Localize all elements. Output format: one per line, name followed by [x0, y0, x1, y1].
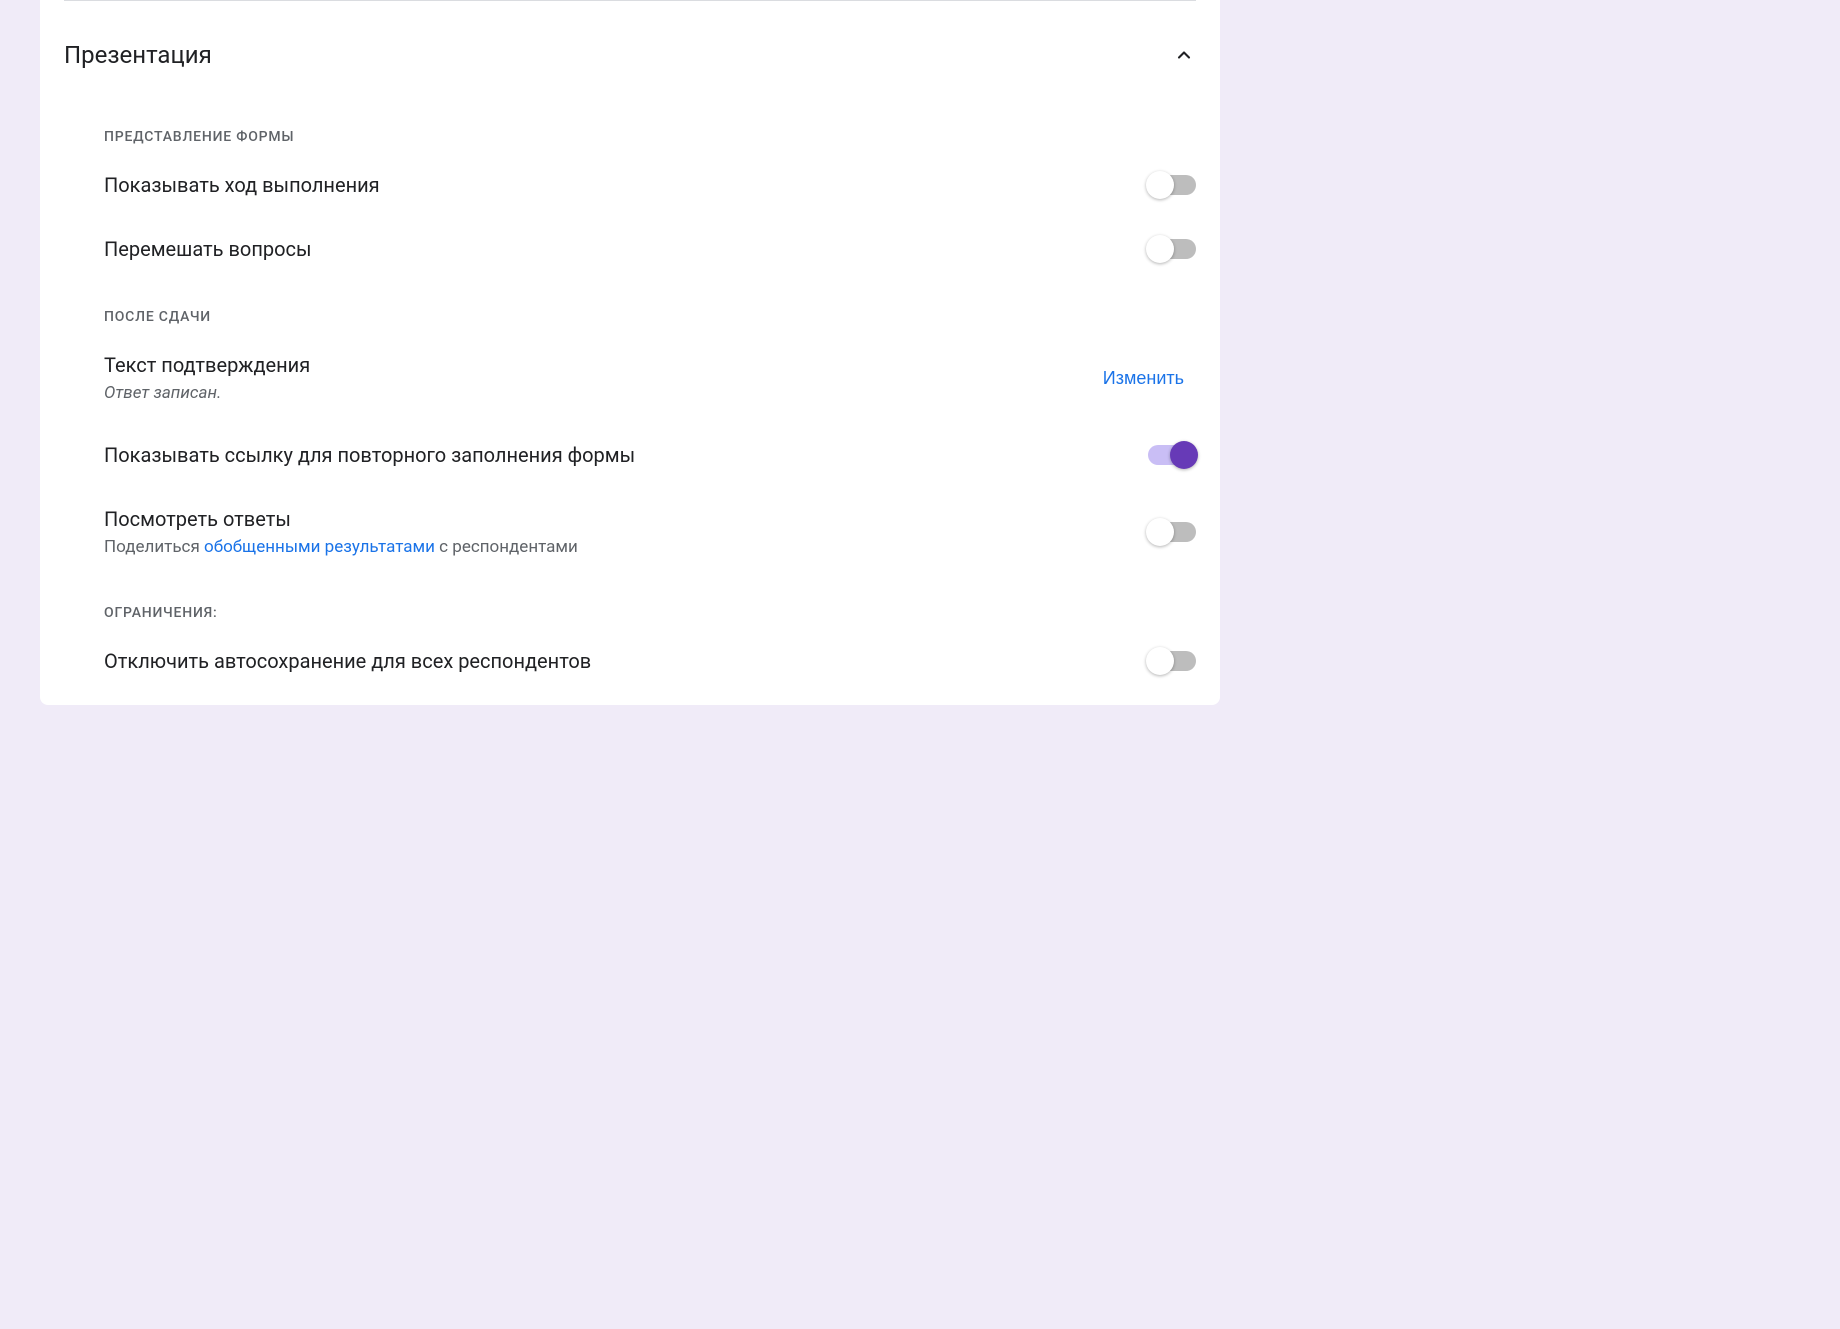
settings-card: Презентация ПРЕДСТАВЛЕНИЕ ФОРМЫ Показыва… — [40, 0, 1220, 705]
toggle-resubmit-link[interactable] — [1148, 445, 1196, 465]
toggle-disable-autosave[interactable] — [1148, 651, 1196, 671]
setting-shuffle-questions: Перемешать вопросы — [104, 237, 1196, 261]
toggle-show-progress[interactable] — [1148, 175, 1196, 195]
subtitle-suffix: с респондентами — [435, 537, 578, 557]
setting-view-results: Посмотреть ответы Поделиться обобщенными… — [104, 507, 1196, 557]
setting-confirmation-text: Текст подтверждения Ответ записан. Измен… — [104, 353, 1196, 403]
setting-title: Посмотреть ответы — [104, 507, 578, 531]
setting-title: Отключить автосохранение для всех респон… — [104, 649, 591, 673]
setting-resubmit-link: Показывать ссылку для повторного заполне… — [104, 443, 1196, 467]
setting-title: Перемешать вопросы — [104, 237, 312, 261]
setting-title: Показывать ход выполнения — [104, 173, 380, 197]
setting-disable-autosave: Отключить автосохранение для всех респон… — [104, 649, 1196, 673]
chevron-up-icon[interactable] — [1172, 43, 1196, 67]
section-header[interactable]: Презентация — [64, 41, 1196, 129]
setting-show-progress: Показывать ход выполнения — [104, 173, 1196, 197]
subsection-label-after-submit: ПОСЛЕ СДАЧИ — [104, 309, 1196, 325]
subsection-label-form-presentation: ПРЕДСТАВЛЕНИЕ ФОРМЫ — [104, 129, 1196, 145]
subtitle-prefix: Поделиться — [104, 537, 204, 557]
edit-confirmation-button[interactable]: Изменить — [1091, 360, 1196, 397]
subsection-label-restrictions: ОГРАНИЧЕНИЯ: — [104, 605, 1196, 621]
setting-title: Показывать ссылку для повторного заполне… — [104, 443, 635, 467]
setting-title: Текст подтверждения — [104, 353, 310, 377]
divider — [64, 0, 1196, 1]
setting-subtitle: Поделиться обобщенными результатами с ре… — [104, 537, 578, 557]
section-content: ПРЕДСТАВЛЕНИЕ ФОРМЫ Показывать ход выпол… — [64, 129, 1196, 673]
toggle-view-results[interactable] — [1148, 522, 1196, 542]
section-title: Презентация — [64, 41, 212, 69]
setting-subtitle: Ответ записан. — [104, 383, 310, 403]
toggle-shuffle-questions[interactable] — [1148, 239, 1196, 259]
summary-results-link[interactable]: обобщенными результатами — [204, 537, 435, 557]
